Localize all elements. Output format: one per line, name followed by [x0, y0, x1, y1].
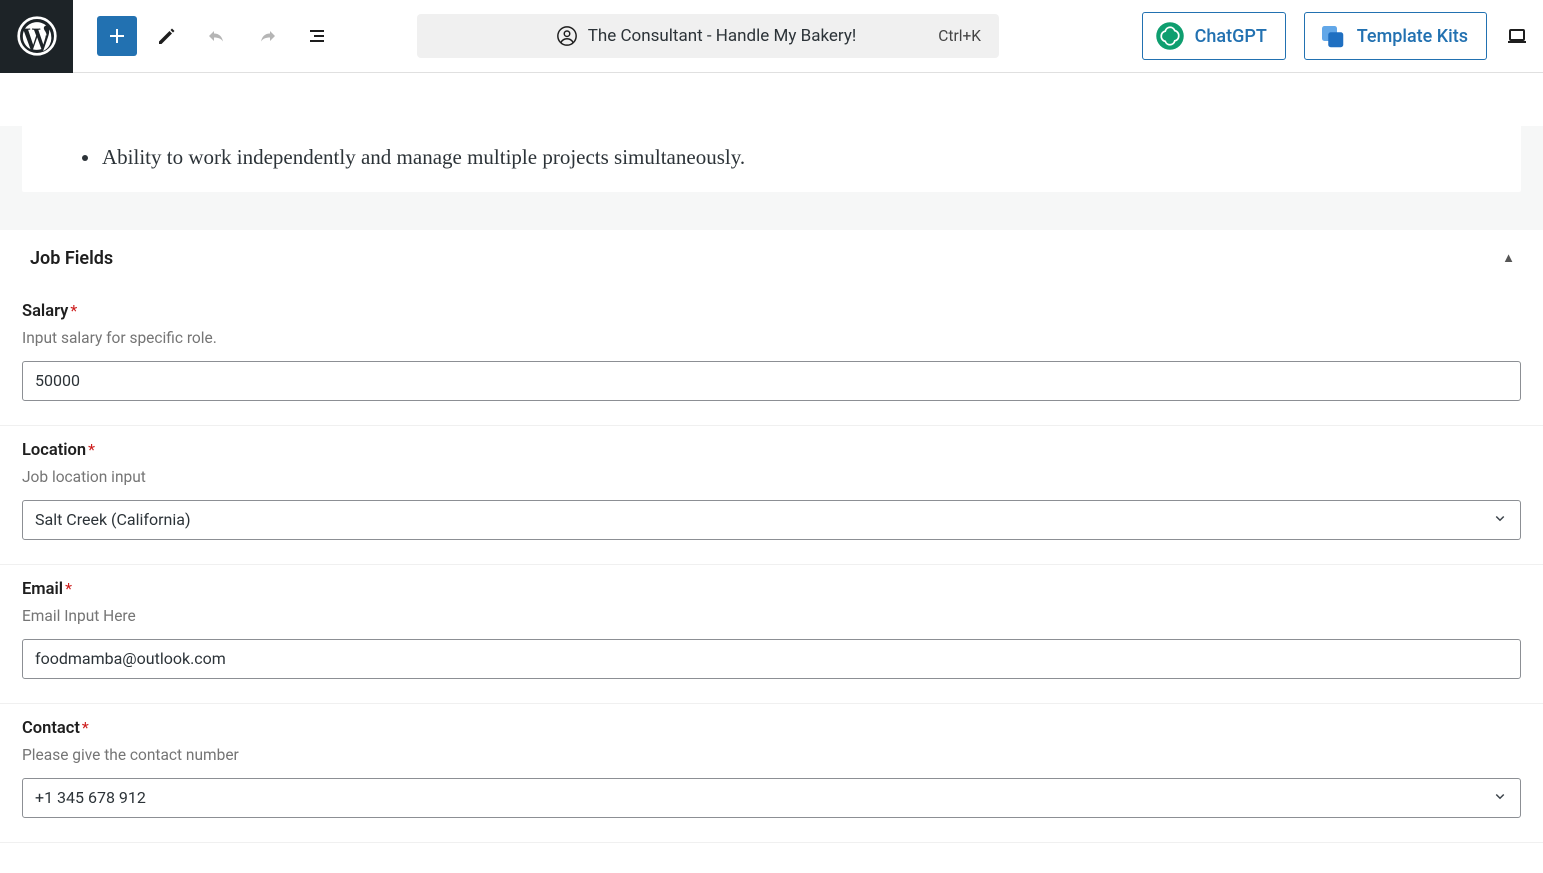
contact-help-text: Please give the contact number — [22, 746, 1521, 764]
field-salary: Salary* Input salary for specific role. — [0, 287, 1543, 426]
chatgpt-button[interactable]: ChatGPT — [1142, 12, 1286, 60]
location-label: Location — [22, 441, 86, 460]
location-select[interactable] — [22, 500, 1521, 540]
document-outline-button[interactable] — [297, 16, 337, 56]
editor-canvas-scroll[interactable]: Ability to work independently and manage… — [0, 73, 1543, 873]
email-label: Email — [22, 580, 63, 599]
template-kits-icon — [1317, 21, 1347, 51]
template-kits-button[interactable]: Template Kits — [1304, 12, 1487, 60]
pencil-icon — [155, 24, 179, 48]
job-fields-panel-title: Job Fields — [30, 248, 113, 269]
field-location: Location* Job location input — [0, 426, 1543, 565]
tools-edit-button[interactable] — [147, 16, 187, 56]
requirement-text: Ability to work independently and manage… — [102, 142, 745, 174]
field-email: Email* Email Input Here — [0, 565, 1543, 704]
redo-icon — [255, 24, 279, 48]
required-indicator: * — [70, 301, 77, 320]
bullet-icon — [82, 155, 88, 161]
wordpress-logo-icon — [17, 16, 57, 56]
preview-device-button[interactable] — [1505, 24, 1529, 48]
salary-help-text: Input salary for specific role. — [22, 329, 1521, 347]
salary-input[interactable] — [22, 361, 1521, 401]
undo-icon — [205, 24, 229, 48]
contact-select[interactable] — [22, 778, 1521, 818]
email-input[interactable] — [22, 639, 1521, 679]
block-inserter-button[interactable] — [97, 16, 137, 56]
laptop-icon — [1505, 24, 1529, 48]
field-contact: Contact* Please give the contact number — [0, 704, 1543, 843]
wordpress-logo-button[interactable] — [0, 0, 73, 73]
caret-up-icon: ▲ — [1502, 250, 1515, 266]
required-indicator: * — [82, 718, 89, 737]
toolbar-right-group: ChatGPT Template Kits — [1142, 12, 1533, 60]
requirement-list-item[interactable]: Ability to work independently and manage… — [22, 126, 1521, 192]
job-fields-panel-toggle[interactable]: Job Fields ▲ — [0, 230, 1543, 287]
undo-button[interactable] — [197, 16, 237, 56]
required-indicator: * — [88, 440, 95, 459]
redo-button[interactable] — [247, 16, 287, 56]
plus-icon — [105, 24, 129, 48]
editor-top-toolbar: The Consultant - Handle My Bakery! Ctrl+… — [0, 0, 1543, 73]
required-indicator: * — [65, 579, 72, 598]
template-kits-button-label: Template Kits — [1357, 26, 1468, 47]
offscreen-content-spacer — [0, 73, 1543, 126]
document-title-text: The Consultant - Handle My Bakery! — [588, 26, 857, 46]
document-title-bar[interactable]: The Consultant - Handle My Bakery! Ctrl+… — [417, 14, 999, 58]
outline-icon — [305, 24, 329, 48]
chatgpt-button-label: ChatGPT — [1195, 26, 1267, 47]
author-avatar-icon — [556, 25, 578, 47]
requirements-block-tail: Ability to work independently and manage… — [0, 126, 1543, 230]
salary-label: Salary — [22, 302, 68, 321]
email-help-text: Email Input Here — [22, 607, 1521, 625]
contact-label: Contact — [22, 719, 80, 738]
chatgpt-icon — [1155, 21, 1185, 51]
command-palette-shortcut: Ctrl+K — [938, 27, 981, 45]
location-help-text: Job location input — [22, 468, 1521, 486]
